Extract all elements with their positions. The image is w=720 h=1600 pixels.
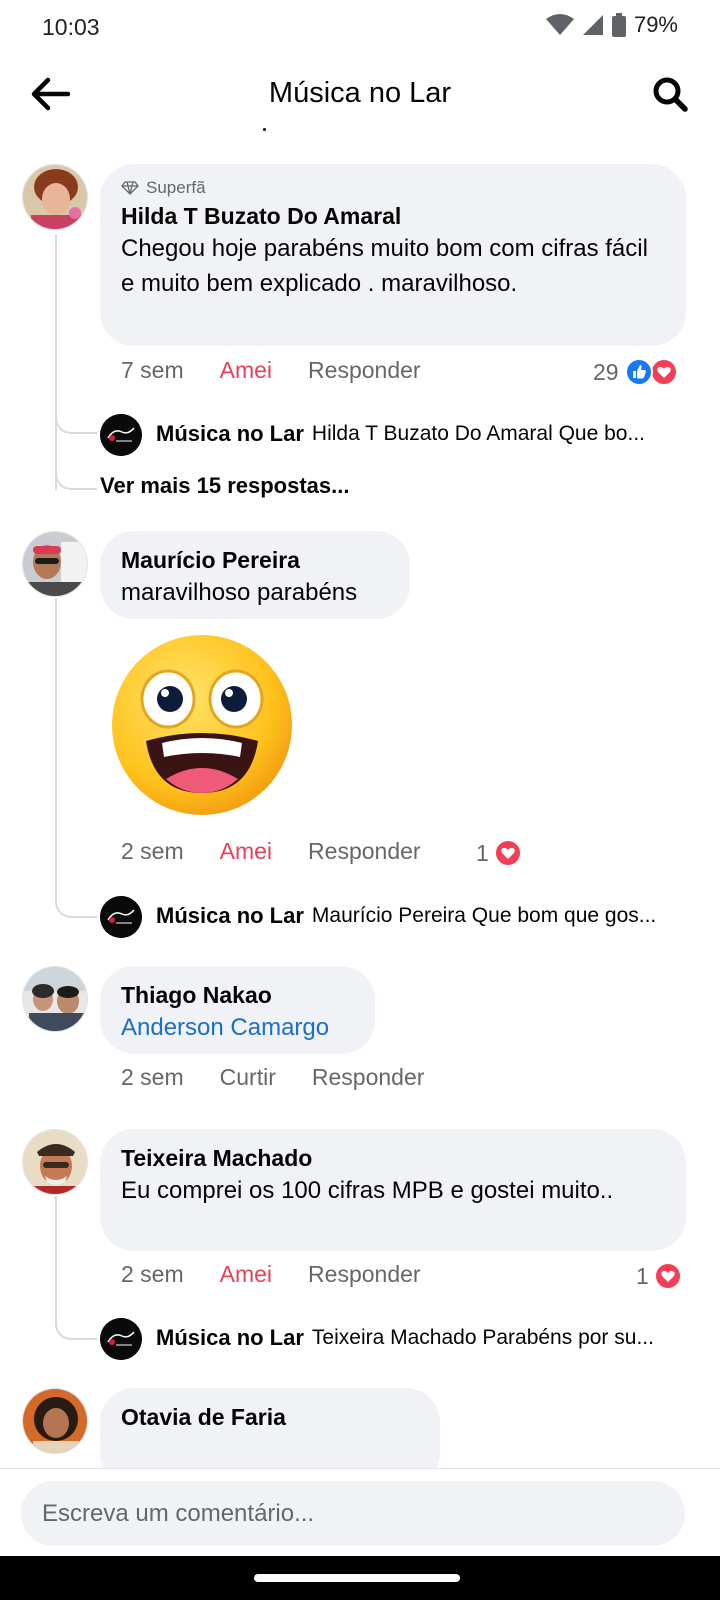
header-dot (263, 128, 266, 131)
comment-actions: 2 sem Curtir Responder (121, 1064, 460, 1091)
love-reaction-icon (493, 839, 522, 867)
home-gesture-handle[interactable] (254, 1574, 460, 1582)
comment-author[interactable]: Hilda T Buzato Do Amaral (121, 201, 665, 231)
status-time: 10:03 (42, 14, 100, 40)
comment-author[interactable]: Otavia de Faria (121, 1402, 419, 1432)
reply-button[interactable]: Responder (308, 357, 421, 384)
system-nav-bar (0, 1556, 720, 1600)
badge-label: Superfã (146, 178, 206, 197)
like-button[interactable]: Curtir (220, 1064, 276, 1091)
thread-line (55, 1196, 57, 1326)
reply-preview[interactable]: Música no Lar Teixeira Machado Parabéns … (100, 1325, 690, 1351)
reply-preview[interactable]: Música no Lar Hilda T Buzato Do Amaral Q… (100, 421, 690, 447)
laughing-face-icon (112, 635, 292, 815)
comment-time[interactable]: 7 sem (121, 357, 184, 384)
thread-connector (55, 468, 97, 490)
comment-composer (0, 1468, 720, 1556)
comment-time[interactable]: 2 sem (121, 838, 184, 865)
page-title: Música no Lar (268, 77, 452, 109)
battery-percentage: 79% (633, 12, 678, 37)
reaction-count: 1 (476, 839, 489, 866)
comment-actions: 2 sem Amei Responder (121, 838, 457, 865)
comment-actions: 7 sem Amei Responder (121, 357, 457, 384)
comment-time[interactable]: 2 sem (121, 1064, 184, 1091)
reply-author[interactable]: Música no Lar (156, 1325, 304, 1351)
react-button[interactable]: Amei (220, 357, 272, 384)
thread-line (55, 598, 57, 898)
view-more-replies-link[interactable]: Ver mais 15 respostas... (100, 473, 350, 499)
comment-input[interactable] (21, 1481, 685, 1546)
comment-bubble[interactable]: Teixeira Machado Eu comprei os 100 cifra… (100, 1129, 686, 1251)
search-icon (653, 77, 688, 112)
status-icons: 79% (545, 12, 678, 38)
wifi-icon (545, 14, 574, 35)
comment-author[interactable]: Thiago Nakao (121, 980, 354, 1010)
avatar[interactable] (22, 164, 88, 230)
reply-button[interactable]: Responder (308, 1261, 421, 1288)
thread-connector (55, 412, 97, 434)
avatar[interactable] (22, 1388, 88, 1454)
reaction-summary[interactable]: 1 (636, 1261, 683, 1291)
react-button[interactable]: Amei (220, 838, 272, 865)
thread-line (55, 234, 57, 490)
reply-text: Maurício Pereira Que bom que gos... (311, 904, 657, 927)
comment-bubble[interactable]: Maurício Pereira maravilhoso parabéns (100, 531, 410, 619)
thread-connector (55, 896, 97, 918)
status-bar: 10:03 79% (0, 0, 720, 56)
comment-time[interactable]: 2 sem (121, 1261, 184, 1288)
reaction-summary[interactable]: 1 (476, 838, 523, 868)
diamond-icon (121, 181, 139, 195)
reply-button[interactable]: Responder (308, 838, 421, 865)
comment-bubble[interactable]: Otavia de Faria (100, 1388, 440, 1468)
reply-author[interactable]: Música no Lar (156, 421, 304, 447)
comment-text: maravilhoso parabéns (121, 579, 358, 606)
comment-text: Eu comprei os 100 cifras MPB e gostei mu… (121, 1177, 614, 1204)
avatar[interactable] (22, 966, 88, 1032)
search-button[interactable] (646, 70, 694, 118)
reply-author[interactable]: Música no Lar (156, 903, 304, 929)
reply-text: Hilda T Buzato Do Amaral Que bo... (311, 422, 645, 445)
reaction-summary[interactable]: 29 (593, 357, 679, 387)
reaction-count: 1 (636, 1262, 649, 1289)
app-header: Música no Lar (0, 56, 720, 132)
comment-author[interactable]: Maurício Pereira (121, 545, 389, 575)
comment-bubble[interactable]: Superfã Hilda T Buzato Do Amaral Chegou … (100, 164, 686, 346)
reaction-count: 29 (593, 358, 619, 385)
avatar[interactable] (22, 531, 88, 597)
reply-preview[interactable]: Música no Lar Maurício Pereira Que bom q… (100, 903, 690, 929)
superfan-badge: Superfã (121, 178, 665, 198)
comment-author[interactable]: Teixeira Machado (121, 1143, 665, 1173)
comment-bubble[interactable]: Thiago Nakao Anderson Camargo (100, 966, 375, 1054)
thread-connector (55, 1318, 97, 1340)
avatar[interactable] (22, 1129, 88, 1195)
cellular-signal-icon (582, 15, 603, 35)
reply-button[interactable]: Responder (312, 1064, 425, 1091)
mention-link[interactable]: Anderson Camargo (121, 1010, 354, 1045)
reply-text: Teixeira Machado Parabéns por su... (311, 1326, 654, 1349)
love-reaction-icon (653, 1262, 682, 1290)
like-reaction-icon (624, 358, 678, 386)
comment-text: Chegou hoje parabéns muito bom com cifra… (121, 235, 648, 297)
comment-sticker[interactable] (110, 633, 294, 817)
react-button[interactable]: Amei (220, 1261, 272, 1288)
comments-feed[interactable]: Superfã Hilda T Buzato Do Amaral Chegou … (0, 140, 720, 1468)
comment-actions: 2 sem Amei Responder (121, 1261, 457, 1288)
battery-icon (611, 13, 626, 37)
